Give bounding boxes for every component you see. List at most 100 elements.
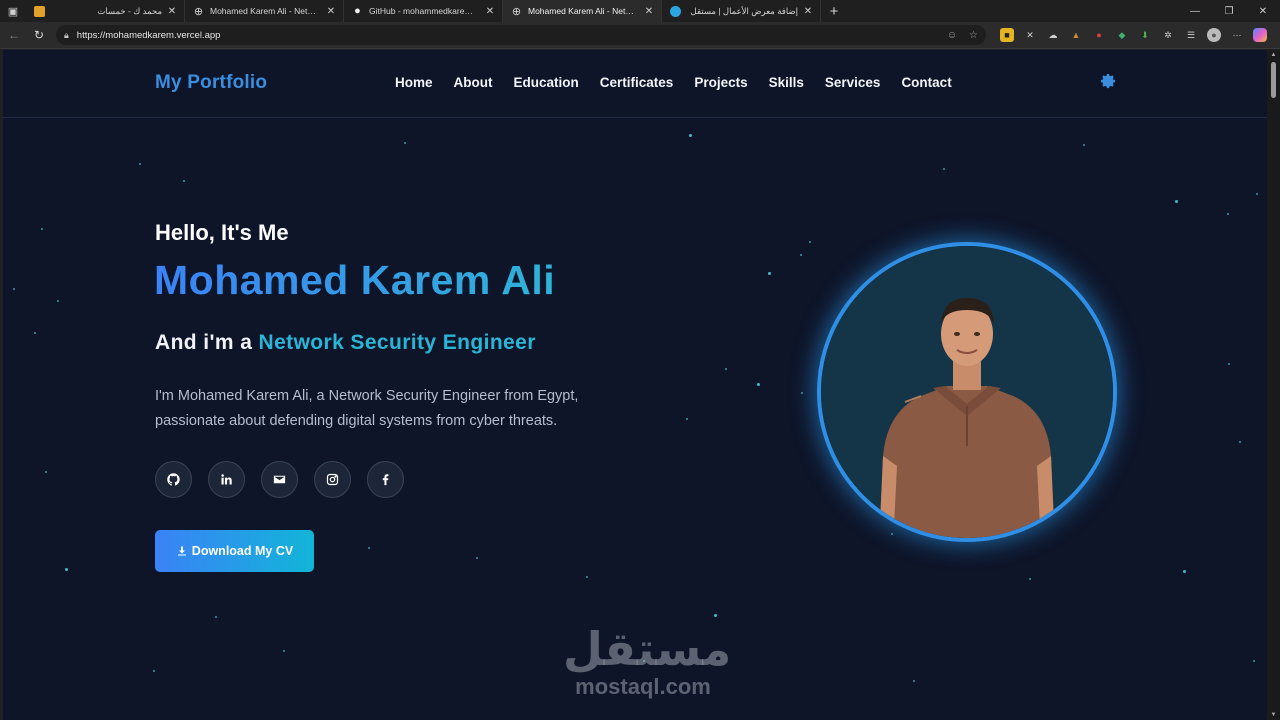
reload-icon[interactable]: ↻ [28, 24, 50, 46]
linkedin-icon[interactable] [208, 461, 245, 498]
profile-avatar[interactable]: ● [1207, 28, 1221, 42]
extension-icon[interactable]: ▲ [1069, 28, 1083, 42]
browser-tab-bar: ▣ محمد ك - خمسات ✕ ⊕ Mohamed Karem Ali - Ne… [0, 0, 1280, 22]
browser-tab[interactable]: ● GitHub - mohammedkarem/portf ✕ [344, 0, 503, 22]
close-tab-icon[interactable]: ✕ [484, 6, 496, 17]
browser-tab[interactable]: إضافة معرض الأعمال | مستقل ✕ [662, 0, 821, 22]
nav-link-services[interactable]: Services [825, 75, 881, 90]
download-icon [177, 546, 186, 556]
copilot-icon[interactable] [1253, 28, 1267, 42]
favorite-star-icon[interactable]: ☆ [969, 30, 978, 41]
star-dot [1253, 660, 1255, 662]
url-text[interactable]: https://mohamedkarem.vercel.app [77, 30, 935, 41]
new-tab-button[interactable]: + [823, 0, 845, 22]
star-dot [686, 418, 688, 420]
minimize-icon[interactable]: — [1178, 0, 1212, 22]
star-dot [45, 471, 47, 473]
star-dot [215, 616, 217, 618]
star-dot [153, 670, 155, 672]
star-dot [714, 614, 717, 617]
more-menu-icon[interactable]: ⋯ [1230, 28, 1244, 42]
facebook-icon[interactable] [367, 461, 404, 498]
star-dot [404, 142, 406, 144]
star-dot [689, 134, 692, 137]
extensions-bar: ■ ✕ ☁ ▲ ● ◆ ⬇ ✲ ☰ ● ⋯ [1000, 28, 1267, 42]
role-prefix: And i'm a [155, 331, 253, 354]
github-icon: ● [354, 5, 361, 17]
nav-link-certificates[interactable]: Certificates [600, 75, 674, 90]
close-tab-icon[interactable]: ✕ [325, 6, 337, 17]
extension-icon[interactable]: ✕ [1023, 28, 1037, 42]
back-icon[interactable]: ← [3, 24, 25, 46]
mostaql-icon [670, 5, 681, 17]
github-icon[interactable] [155, 461, 192, 498]
star-dot [943, 168, 945, 170]
download-extension-icon[interactable]: ⬇ [1138, 28, 1152, 42]
browser-tab[interactable]: ⊕ Mohamed Karem Ali - Network Se ✕ [185, 0, 344, 22]
extension-icon[interactable]: ◆ [1115, 28, 1129, 42]
watermark-latin: mostaql.com [575, 674, 711, 699]
puzzle-icon[interactable]: ✲ [1161, 28, 1175, 42]
tab-title: Mohamed Karem Ali - Network Se [528, 6, 639, 16]
scroll-down-icon[interactable]: ▼ [1269, 712, 1278, 718]
hero-name: Mohamed Karem Ali [154, 257, 556, 303]
site-brand[interactable]: My Portfolio [155, 72, 267, 94]
watermark-arabic: مستقل [563, 622, 732, 676]
tab-title: إضافة معرض الأعمال | مستقل [690, 5, 798, 16]
star-dot [13, 288, 15, 290]
star-dot [757, 383, 760, 386]
nav-link-home[interactable]: Home [395, 75, 433, 90]
star-dot [368, 547, 370, 549]
hero-role: And i'm a Network Security Engineer [155, 331, 536, 355]
hero-greeting: Hello, It's Me [155, 220, 289, 245]
download-cv-button[interactable]: Download My CV [155, 530, 314, 572]
gear-icon[interactable] [1099, 72, 1117, 90]
window-controls: — ❐ ✕ [1178, 0, 1280, 22]
address-bar[interactable]: 🔒︎ https://mohamedkarem.vercel.app ☺ ☆ [56, 25, 986, 45]
hero-bio: I'm Mohamed Karem Ali, a Network Securit… [155, 388, 579, 429]
nav-link-contact[interactable]: Contact [901, 75, 951, 90]
star-dot [34, 332, 36, 334]
star-dot [1227, 213, 1229, 215]
star-dot [65, 568, 68, 571]
nav-link-projects[interactable]: Projects [694, 75, 747, 90]
email-icon[interactable] [261, 461, 298, 498]
star-dot [139, 163, 141, 165]
extension-icon[interactable]: ■ [1000, 28, 1014, 42]
tab-actions-icon[interactable]: ▣ [0, 0, 26, 22]
favorites-icon[interactable]: ☰ [1184, 28, 1198, 42]
star-dot [1175, 200, 1178, 203]
scrollbar-thumb[interactable] [1271, 62, 1276, 98]
extension-icon[interactable]: ☁ [1046, 28, 1060, 42]
star-dot [57, 300, 59, 302]
star-dot [1228, 363, 1230, 365]
star-dot [913, 680, 915, 682]
site-info-icon[interactable]: 🔒︎ [64, 30, 69, 41]
instagram-icon[interactable] [314, 461, 351, 498]
page-scrollbar[interactable]: ▲ ▼ [1267, 50, 1280, 720]
nav-link-skills[interactable]: Skills [769, 75, 804, 90]
star-dot [1029, 578, 1031, 580]
tab-title: Mohamed Karem Ali - Network Se [210, 6, 321, 16]
scroll-up-icon[interactable]: ▲ [1269, 52, 1278, 58]
reader-mode-icon[interactable]: ☺ [947, 30, 957, 41]
close-tab-icon[interactable]: ✕ [166, 6, 178, 17]
site-navbar: My Portfolio Home About Education Certifica… [3, 50, 1267, 118]
star-dot [1183, 570, 1186, 573]
close-window-icon[interactable]: ✕ [1246, 0, 1280, 22]
nav-link-about[interactable]: About [454, 75, 493, 90]
close-tab-icon[interactable]: ✕ [643, 6, 655, 17]
browser-tab[interactable]: محمد ك - خمسات ✕ [26, 0, 185, 22]
role-title: Network Security Engineer [258, 331, 536, 354]
restore-icon[interactable]: ❐ [1212, 0, 1246, 22]
globe-icon: ⊕ [511, 5, 522, 18]
star-dot [41, 228, 43, 230]
browser-tab[interactable]: ⊕ Mohamed Karem Ali - Network Se ✕ [503, 0, 662, 22]
close-tab-icon[interactable]: ✕ [802, 6, 814, 17]
nav-link-education[interactable]: Education [514, 75, 579, 90]
star-dot [801, 392, 803, 394]
star-dot [768, 272, 771, 275]
extension-icon[interactable]: ● [1092, 28, 1106, 42]
star-dot [725, 368, 727, 370]
star-dot [476, 557, 478, 559]
